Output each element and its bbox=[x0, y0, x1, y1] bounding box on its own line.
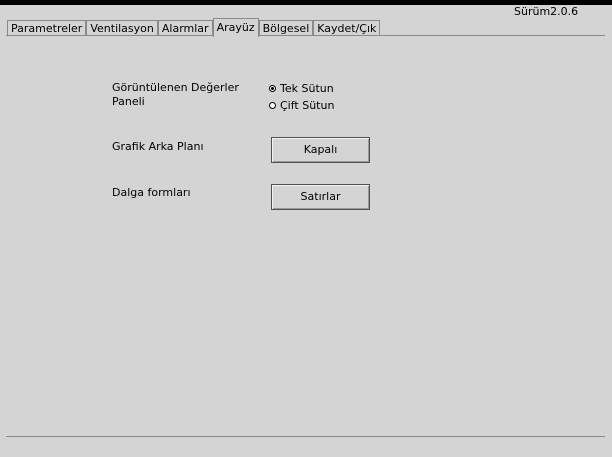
waveforms-button[interactable]: Satırlar bbox=[271, 184, 370, 210]
radio-checked-icon bbox=[269, 84, 276, 92]
arayuz-panel bbox=[6, 35, 605, 437]
tab-bar: Parametreler Ventilasyon Alarmlar Arayüz… bbox=[7, 18, 381, 37]
display-panel-label-line2: Paneli bbox=[112, 95, 145, 108]
version-label: Sürüm2.0.6 bbox=[514, 5, 579, 18]
radio-double-column[interactable]: Çift Sütun bbox=[269, 98, 334, 112]
radio-single-column[interactable]: Tek Sütun bbox=[269, 81, 334, 95]
tab-parametreler[interactable]: Parametreler bbox=[7, 20, 87, 36]
tab-alarmlar[interactable]: Alarmlar bbox=[157, 20, 213, 36]
display-panel-label-line1: Görüntülenen Değerler bbox=[112, 81, 239, 94]
tab-ventilasyon[interactable]: Ventilasyon bbox=[86, 20, 158, 36]
tab-arayuz[interactable]: Arayüz bbox=[212, 18, 259, 37]
tab-bolgesel[interactable]: Bölgesel bbox=[258, 20, 314, 36]
tab-kaydet-cik[interactable]: Kaydet/Çık bbox=[313, 20, 381, 36]
bottom-strip bbox=[0, 437, 612, 457]
radio-single-column-label: Tek Sütun bbox=[280, 81, 334, 95]
waveforms-label: Dalga formları bbox=[112, 186, 191, 199]
graph-background-button[interactable]: Kapalı bbox=[271, 137, 370, 163]
radio-double-column-label: Çift Sütun bbox=[280, 98, 335, 112]
radio-unchecked-icon bbox=[269, 101, 276, 109]
graph-background-label: Grafik Arka Planı bbox=[112, 140, 204, 153]
